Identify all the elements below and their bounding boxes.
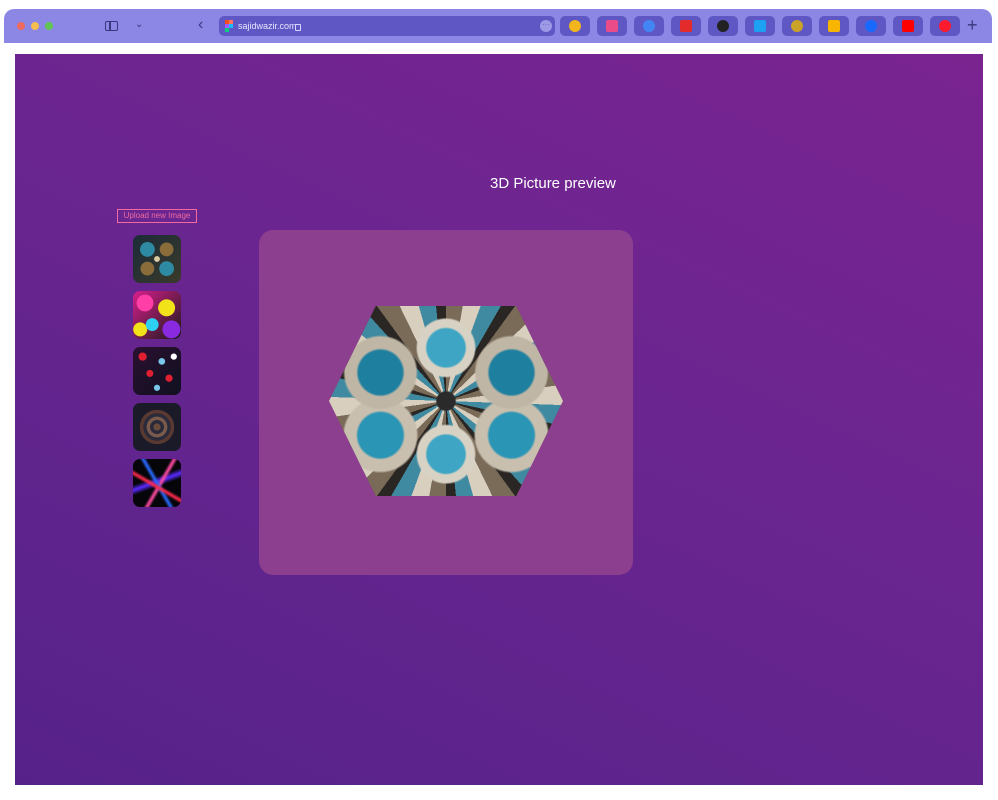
bookmark-dribbble-button[interactable] <box>597 16 627 36</box>
back-arrow-icon[interactable]: ‹ <box>198 16 203 34</box>
bookmark-crown-button[interactable] <box>782 16 812 36</box>
minimize-window-button[interactable] <box>31 22 39 30</box>
bookmark-youtube-button[interactable] <box>893 16 923 36</box>
thumbnail-colorful-abstract[interactable] <box>133 291 181 339</box>
upload-image-button[interactable]: Upload new Image <box>117 209 197 223</box>
more-options-icon[interactable]: ··· <box>540 20 552 32</box>
crown-icon <box>791 20 803 32</box>
twitter-icon <box>754 20 766 32</box>
dribbble-icon <box>606 20 618 32</box>
bookmark-opera-button[interactable] <box>930 16 960 36</box>
behance-icon <box>865 20 877 32</box>
jira-icon <box>569 20 581 32</box>
preview-panel <box>259 230 633 575</box>
thumbnail-red-blue-pattern[interactable] <box>133 347 181 395</box>
page-title: 3D Picture preview <box>490 175 616 192</box>
lock-icon <box>295 24 301 31</box>
bookmark-jira-button[interactable] <box>560 16 590 36</box>
browser-toolbar: ⌄ ‹ sajidwazir.com ··· + <box>4 9 992 43</box>
new-tab-button[interactable]: + <box>967 15 978 35</box>
opera-icon <box>939 20 951 32</box>
youtube-icon <box>902 20 914 32</box>
page-canvas: 3D Picture preview Upload new Image <box>15 54 983 785</box>
bookmark-adobe-button[interactable] <box>671 16 701 36</box>
thumbnail-fractal-teal-flower[interactable] <box>133 235 181 283</box>
sidebar-toggle-icon[interactable] <box>105 21 118 31</box>
bookmark-adidas-button[interactable] <box>708 16 738 36</box>
adidas-icon <box>717 20 729 32</box>
hexagon-3d-preview[interactable] <box>329 306 563 496</box>
close-window-button[interactable] <box>17 22 25 30</box>
chevron-down-icon[interactable]: ⌄ <box>135 18 143 32</box>
sketch-icon <box>828 20 840 32</box>
bookmark-twitter-button[interactable] <box>745 16 775 36</box>
figma-favicon-icon <box>225 20 233 32</box>
url-text: sajidwazir.com <box>238 21 297 31</box>
bookmark-sketch-button[interactable] <box>819 16 849 36</box>
google-icon <box>643 20 655 32</box>
maximize-window-button[interactable] <box>45 22 53 30</box>
address-bar[interactable]: sajidwazir.com ··· <box>219 16 555 36</box>
bookmark-google-button[interactable] <box>634 16 664 36</box>
adobe-icon <box>680 20 692 32</box>
thumbnail-neon-light-streaks[interactable] <box>133 459 181 507</box>
bookmark-behance-button[interactable] <box>856 16 886 36</box>
thumbnail-spiral-fractal[interactable] <box>133 403 181 451</box>
